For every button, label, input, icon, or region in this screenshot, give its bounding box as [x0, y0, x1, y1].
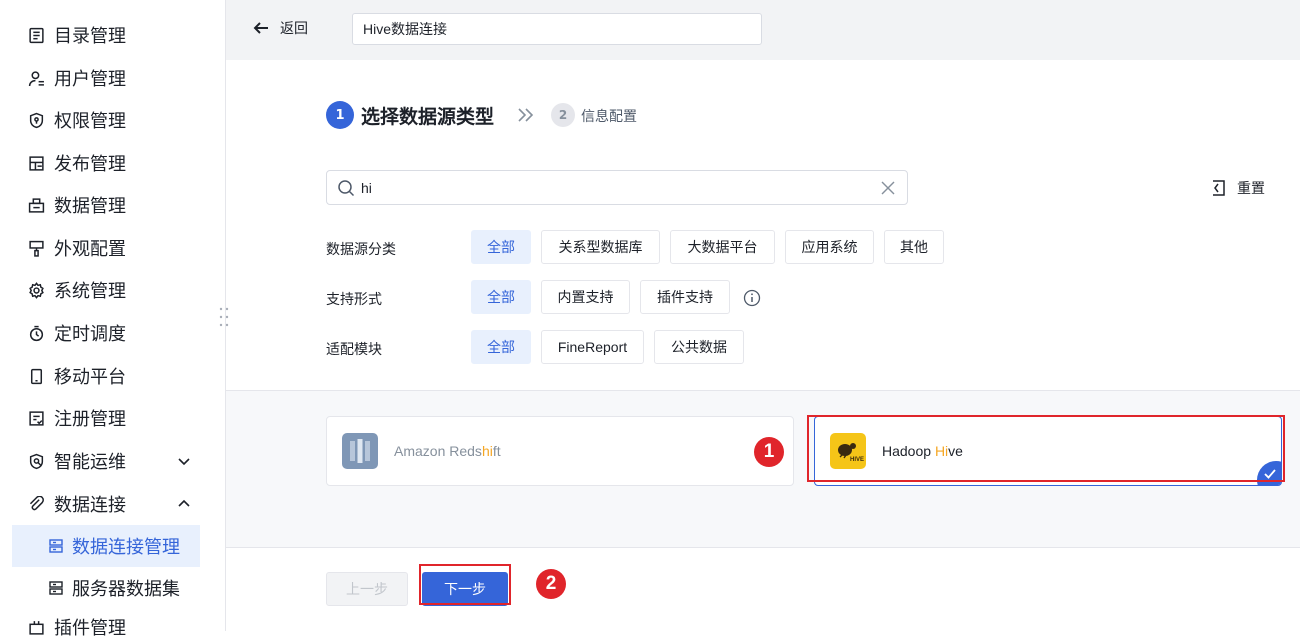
info-icon[interactable]	[743, 289, 761, 307]
sidebar-item-label: 定时调度	[54, 324, 126, 345]
sidebar-subitem-connection-management[interactable]: 数据连接管理	[12, 525, 200, 567]
filter-module-label: 适配模块	[326, 342, 382, 358]
sidebar-item-permissions[interactable]: 权限管理	[26, 105, 126, 135]
sidebar-item-label: 发布管理	[54, 154, 126, 175]
datasource-card-hadoop-hive[interactable]: HIVE Hadoop Hive	[814, 416, 1282, 486]
hive-logo-icon: HIVE	[830, 433, 866, 469]
sidebar-item-label: 目录管理	[54, 26, 126, 47]
filter-category-apps[interactable]: 应用系统	[785, 230, 874, 264]
annotation-badge-2: 2	[536, 569, 566, 599]
sidebar-item-label: 注册管理	[54, 409, 126, 430]
sidebar-item-data-connection[interactable]: 数据连接	[26, 489, 126, 519]
svg-text:HIVE: HIVE	[850, 457, 864, 463]
datasource-name: Hadoop Hive	[882, 443, 963, 459]
filter-module-public-data[interactable]: 公共数据	[654, 330, 744, 364]
sidebar-item-mobile[interactable]: 移动平台	[26, 361, 126, 391]
previous-step-button[interactable]: 上一步	[326, 572, 408, 606]
top-bar: 返回	[226, 0, 1300, 60]
sidebar-item-scheduling[interactable]: 定时调度	[26, 318, 126, 348]
publish-icon	[26, 153, 46, 173]
step-1-label: 选择数据源类型	[361, 106, 495, 128]
arrow-left-icon	[253, 22, 268, 34]
sidebar-item-registration[interactable]: 注册管理	[26, 403, 126, 433]
sidebar-item-label: 插件管理	[54, 618, 126, 639]
filter-support-all[interactable]: 全部	[471, 280, 531, 314]
filter-category-relational[interactable]: 关系型数据库	[541, 230, 660, 264]
shield-icon	[26, 110, 46, 130]
sidebar-item-system[interactable]: 系统管理	[26, 275, 126, 305]
sidebar: 目录管理 用户管理 权限管理 发布管理 数据管理 外观配置 系统管理 定时调度 …	[0, 0, 226, 639]
register-icon	[26, 408, 46, 428]
link-icon	[26, 494, 46, 514]
chevron-down-icon[interactable]	[176, 453, 192, 469]
sidebar-item-publish[interactable]: 发布管理	[26, 148, 126, 178]
reset-button[interactable]: 重置	[1209, 178, 1265, 198]
user-icon	[26, 68, 46, 88]
back-button[interactable]: 返回	[252, 18, 308, 38]
step-2-number: 2	[551, 103, 575, 127]
filter-category-all[interactable]: 全部	[471, 230, 531, 264]
sidebar-subitem-label: 数据连接管理	[72, 537, 180, 558]
filter-support-plugin[interactable]: 插件支持	[640, 280, 730, 314]
sidebar-item-label: 智能运维	[54, 452, 126, 473]
search-icon	[338, 180, 355, 197]
ops-icon	[26, 451, 46, 471]
sidebar-item-ops[interactable]: 智能运维	[26, 446, 126, 476]
brush-icon	[26, 238, 46, 258]
sidebar-item-plugins[interactable]: 插件管理	[26, 612, 126, 642]
mobile-icon	[26, 366, 46, 386]
back-label: 返回	[280, 21, 308, 37]
filter-support-label: 支持形式	[326, 292, 382, 308]
sidebar-item-label: 系统管理	[54, 281, 126, 302]
gear-icon	[26, 280, 46, 300]
data-icon	[26, 195, 46, 215]
filter-support-builtin[interactable]: 内置支持	[541, 280, 630, 314]
catalog-icon	[26, 25, 46, 45]
sidebar-item-label: 数据连接	[54, 495, 126, 516]
sidebar-item-label: 移动平台	[54, 367, 126, 388]
redshift-logo-icon	[342, 433, 378, 469]
datasource-card-amazon-redshift[interactable]: Amazon Redshift	[326, 416, 794, 486]
filter-module-finereport[interactable]: FineReport	[541, 330, 644, 364]
plugin-icon	[26, 617, 46, 637]
step-2-label: 信息配置	[581, 109, 637, 125]
connection-name-input[interactable]	[352, 13, 762, 45]
resize-handle-icon[interactable]	[218, 306, 230, 328]
chevron-up-icon[interactable]	[176, 496, 192, 512]
annotation-badge-1: 1	[754, 437, 784, 467]
sidebar-subitem-label: 服务器数据集	[72, 579, 180, 600]
sidebar-item-label: 数据管理	[54, 196, 126, 217]
search-box	[326, 170, 908, 205]
selected-check-icon	[1257, 461, 1281, 485]
double-chevron-right-icon	[518, 108, 534, 122]
filter-category-other[interactable]: 其他	[884, 230, 944, 264]
next-step-button[interactable]: 下一步	[422, 572, 508, 606]
sidebar-item-label: 权限管理	[54, 111, 126, 132]
connection-icon	[46, 536, 66, 556]
filter-module-all[interactable]: 全部	[471, 330, 531, 364]
dataset-icon	[46, 578, 66, 598]
sidebar-item-label: 用户管理	[54, 69, 126, 90]
sidebar-item-catalog[interactable]: 目录管理	[26, 20, 126, 50]
sidebar-item-users[interactable]: 用户管理	[26, 63, 126, 93]
sidebar-subitem-server-dataset[interactable]: 服务器数据集	[12, 567, 200, 609]
sidebar-item-appearance[interactable]: 外观配置	[26, 233, 126, 263]
search-input[interactable]	[361, 177, 861, 199]
reset-icon	[1213, 180, 1225, 196]
reset-label: 重置	[1237, 181, 1265, 197]
clear-icon[interactable]	[881, 181, 895, 195]
timer-icon	[26, 323, 46, 343]
step-1-number: 1	[326, 101, 354, 129]
sidebar-item-data[interactable]: 数据管理	[26, 190, 126, 220]
filter-category-bigdata[interactable]: 大数据平台	[670, 230, 775, 264]
datasource-name: Amazon Redshift	[394, 443, 501, 459]
sidebar-item-label: 外观配置	[54, 239, 126, 260]
filter-category-label: 数据源分类	[326, 242, 396, 258]
